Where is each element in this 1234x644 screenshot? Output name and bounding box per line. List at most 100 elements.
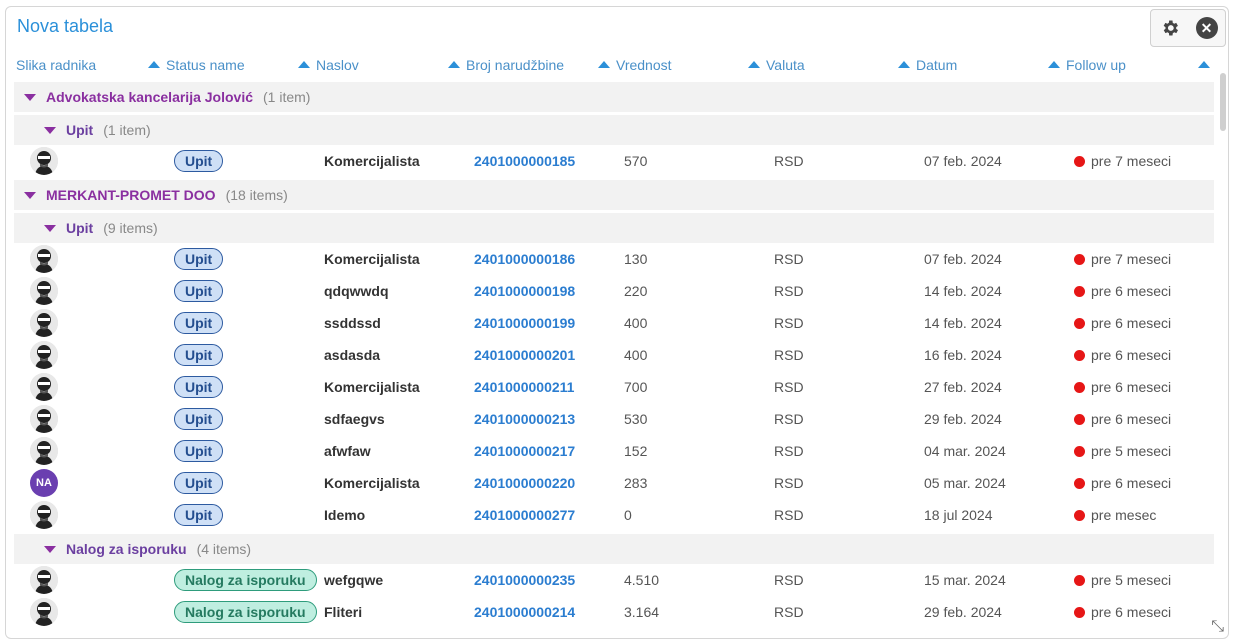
sort-up-icon[interactable] <box>1048 61 1060 68</box>
order-number-link[interactable]: 2401000000213 <box>474 403 575 435</box>
table-row[interactable]: Upit Komercijalista 2401000000211 700 RSD 27 … <box>14 371 1214 403</box>
status-cell: Upit <box>174 499 224 531</box>
table-row[interactable]: Nalog za isporuku Fliteri 2401000000214 3.1… <box>14 596 1214 628</box>
vrednost-cell: 530 <box>624 411 648 427</box>
status-dot-icon <box>1074 574 1085 586</box>
gear-icon[interactable] <box>1159 17 1181 39</box>
close-icon[interactable]: ✕ <box>1195 17 1218 39</box>
avatar[interactable] <box>30 564 58 596</box>
vrednost-cell: 3.164 <box>624 604 660 620</box>
order-number-link[interactable]: 2401000000277 <box>474 499 575 531</box>
scrollbar[interactable] <box>1220 73 1226 131</box>
avatar[interactable] <box>30 403 58 435</box>
valuta-cell: RSD <box>774 572 804 588</box>
chevron-down-icon[interactable] <box>24 191 36 199</box>
table-widget: Nova tabela ✕ Slika radnika Status name … <box>5 6 1229 639</box>
avatar[interactable] <box>30 243 58 275</box>
table-row[interactable]: Upit Komercijalista 2401000000185 570 RSD 07 … <box>14 145 1214 177</box>
order-number-link[interactable]: 2401000000217 <box>474 435 575 467</box>
datum-cell: 14 feb. 2024 <box>924 283 1002 299</box>
status-cell: Upit <box>174 371 224 403</box>
order-number-link[interactable]: 2401000000185 <box>474 145 575 177</box>
avatar[interactable] <box>30 435 58 467</box>
datum-cell: 27 feb. 2024 <box>924 379 1002 395</box>
avatar-photo <box>30 277 58 305</box>
order-number-link[interactable]: 2401000000211 <box>474 371 574 403</box>
follow-up-cell: pre mesec <box>1074 499 1156 531</box>
col-valuta[interactable]: Valuta <box>766 51 910 79</box>
order-number-link[interactable]: 2401000000198 <box>474 275 575 307</box>
subgroup-row[interactable]: Upit (9 items) <box>14 213 1214 243</box>
col-broj-narudzbine[interactable]: Broj narudžbine <box>466 51 610 79</box>
table-row[interactable]: NA Upit Komercijalista 2401000000220 283 RSD 0… <box>14 467 1214 499</box>
sort-up-icon[interactable] <box>148 61 160 68</box>
status-badge: Upit <box>174 472 224 494</box>
table-row[interactable]: Upit Idemo 2401000000277 0 RSD 18 jul 2024 pre… <box>14 499 1214 531</box>
subgroup-row[interactable]: Nalog za isporuku (4 items) <box>14 534 1214 564</box>
table-row[interactable]: Upit Komercijalista 2401000000186 130 RSD 07 … <box>14 243 1214 275</box>
avatar[interactable] <box>30 596 58 628</box>
status-badge: Upit <box>174 280 224 302</box>
table-row[interactable]: Upit afwfaw 2401000000217 152 RSD 04 mar. 202… <box>14 435 1214 467</box>
subgroup-row[interactable]: Upit (1 item) <box>14 115 1214 145</box>
naslov-cell: Komercijalista <box>324 251 420 267</box>
chevron-down-icon[interactable] <box>44 545 56 553</box>
table-row[interactable]: Nalog za isporuku wefgqwe 2401000000235 4.5… <box>14 564 1214 596</box>
follow-up-cell: pre 6 meseci <box>1074 403 1171 435</box>
naslov-cell: Komercijalista <box>324 153 420 169</box>
avatar-photo <box>30 405 58 433</box>
order-number-link[interactable]: 2401000000199 <box>474 307 575 339</box>
follow-up-cell: pre 6 meseci <box>1074 596 1171 628</box>
table-row[interactable]: Upit qdqwwdq 2401000000198 220 RSD 14 feb. 20… <box>14 275 1214 307</box>
col-follow-up[interactable]: Follow up <box>1066 51 1210 79</box>
order-number-link[interactable]: 2401000000220 <box>474 467 575 499</box>
group-row[interactable]: MERKANT-PROMET DOO (18 items) <box>14 180 1214 210</box>
order-number-link[interactable]: 2401000000186 <box>474 243 575 275</box>
avatar[interactable] <box>30 307 58 339</box>
col-slika-radnika[interactable]: Slika radnika <box>16 51 160 79</box>
naslov-cell: qdqwwdq <box>324 283 389 299</box>
status-badge: Upit <box>174 248 224 270</box>
naslov-cell: afwfaw <box>324 443 371 459</box>
sort-up-icon[interactable] <box>598 61 610 68</box>
sort-up-icon[interactable] <box>448 61 460 68</box>
col-naslov[interactable]: Naslov <box>316 51 460 79</box>
order-number-link[interactable]: 2401000000235 <box>474 564 575 596</box>
col-status-name[interactable]: Status name <box>166 51 310 79</box>
avatar[interactable] <box>30 499 58 531</box>
order-number-link[interactable]: 2401000000201 <box>474 339 575 371</box>
resize-handle-icon[interactable]: ⤡ <box>1211 618 1224 636</box>
table-row[interactable]: Upit ssddssd 2401000000199 400 RSD 14 feb. 20… <box>14 307 1214 339</box>
sort-up-icon[interactable] <box>1198 61 1210 68</box>
group-row[interactable]: Advokatska kancelarija Jolović (1 item) <box>14 82 1214 112</box>
avatar-initials: NA <box>30 469 58 497</box>
datum-cell: 29 feb. 2024 <box>924 604 1002 620</box>
vrednost-cell: 570 <box>624 153 648 169</box>
sort-up-icon[interactable] <box>898 61 910 68</box>
table-row[interactable]: Upit asdasda 2401000000201 400 RSD 16 feb. 20… <box>14 339 1214 371</box>
vrednost-cell: 400 <box>624 315 648 331</box>
col-vrednost[interactable]: Vrednost <box>616 51 760 79</box>
naslov-cell: asdasda <box>324 347 381 363</box>
avatar[interactable] <box>30 371 58 403</box>
avatar[interactable]: NA <box>30 467 58 499</box>
status-cell: Upit <box>174 275 224 307</box>
sort-up-icon[interactable] <box>298 61 310 68</box>
sort-up-icon[interactable] <box>748 61 760 68</box>
status-cell: Upit <box>174 467 224 499</box>
chevron-down-icon[interactable] <box>44 224 56 232</box>
avatar[interactable] <box>30 145 58 177</box>
avatar[interactable] <box>30 275 58 307</box>
follow-up-cell: pre 7 meseci <box>1074 145 1171 177</box>
chevron-down-icon[interactable] <box>44 126 56 134</box>
chevron-down-icon[interactable] <box>24 93 36 101</box>
status-dot-icon <box>1074 606 1085 618</box>
datum-cell: 05 mar. 2024 <box>924 475 1006 491</box>
order-number-link[interactable]: 2401000000214 <box>474 596 575 628</box>
table-row[interactable]: Upit sdfaegvs 2401000000213 530 RSD 29 feb. 2… <box>14 403 1214 435</box>
status-dot-icon <box>1074 381 1085 393</box>
datum-cell: 16 feb. 2024 <box>924 347 1002 363</box>
status-badge: Upit <box>174 312 224 334</box>
avatar[interactable] <box>30 339 58 371</box>
col-datum[interactable]: Datum <box>916 51 1060 79</box>
